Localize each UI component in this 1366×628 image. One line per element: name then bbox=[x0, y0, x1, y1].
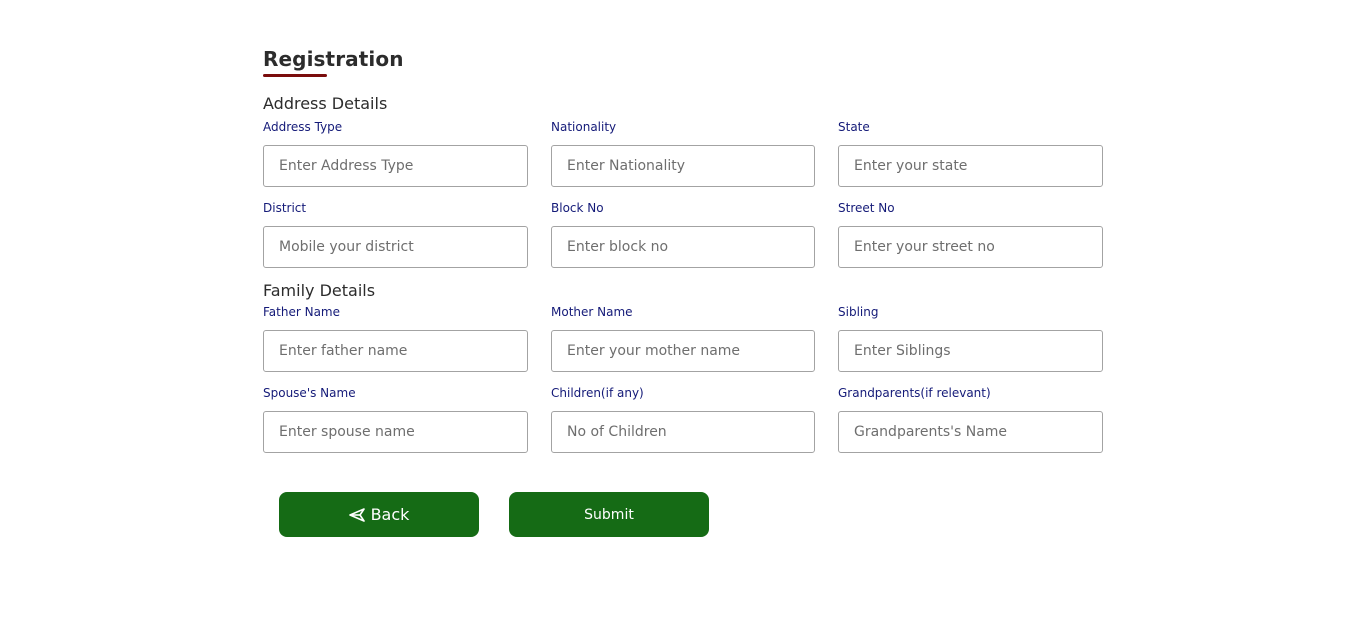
grandparents-label: Grandparents(if relevant) bbox=[838, 386, 991, 400]
registration-page: Registration Address Details Address Typ… bbox=[0, 0, 1366, 628]
send-back-icon bbox=[348, 507, 365, 522]
state-field: State bbox=[838, 120, 1103, 187]
submit-button-label: Submit bbox=[584, 506, 634, 523]
address-row-1: Address Type Nationality State bbox=[263, 120, 1103, 187]
children-input[interactable] bbox=[551, 411, 815, 453]
page-title: Registration bbox=[263, 47, 404, 71]
nationality-label: Nationality bbox=[551, 120, 617, 134]
spouse-name-field: Spouse's Name bbox=[263, 386, 528, 453]
spouse-name-input[interactable] bbox=[263, 411, 528, 453]
block-no-input[interactable] bbox=[551, 226, 815, 268]
family-row-2: Spouse's Name Children(if any) Grandpare… bbox=[263, 386, 1103, 453]
street-no-input[interactable] bbox=[838, 226, 1103, 268]
address-type-field: Address Type bbox=[263, 120, 528, 187]
registration-form: Registration Address Details Address Typ… bbox=[263, 46, 1103, 453]
state-input[interactable] bbox=[838, 145, 1103, 187]
father-name-label: Father Name bbox=[263, 305, 340, 319]
address-type-label: Address Type bbox=[263, 120, 343, 134]
address-section-title: Address Details bbox=[263, 94, 388, 113]
mother-name-field: Mother Name bbox=[551, 305, 815, 372]
street-no-label: Street No bbox=[838, 201, 895, 215]
sibling-field: Sibling bbox=[838, 305, 1103, 372]
nationality-field: Nationality bbox=[551, 120, 815, 187]
block-no-field: Block No bbox=[551, 201, 815, 268]
title-underline bbox=[263, 74, 327, 77]
family-section-title: Family Details bbox=[263, 281, 376, 300]
sibling-input[interactable] bbox=[838, 330, 1103, 372]
district-field: District bbox=[263, 201, 528, 268]
mother-name-label: Mother Name bbox=[551, 305, 633, 319]
district-input[interactable] bbox=[263, 226, 528, 268]
grandparents-field: Grandparents(if relevant) bbox=[838, 386, 1103, 453]
children-label: Children(if any) bbox=[551, 386, 644, 400]
submit-button[interactable]: Submit bbox=[509, 492, 709, 537]
father-name-field: Father Name bbox=[263, 305, 528, 372]
father-name-input[interactable] bbox=[263, 330, 528, 372]
state-label: State bbox=[838, 120, 870, 134]
district-label: District bbox=[263, 201, 307, 215]
address-type-input[interactable] bbox=[263, 145, 528, 187]
family-row-1: Father Name Mother Name Sibling bbox=[263, 305, 1103, 372]
back-button[interactable]: Back bbox=[279, 492, 479, 537]
grandparents-input[interactable] bbox=[838, 411, 1103, 453]
nationality-input[interactable] bbox=[551, 145, 815, 187]
mother-name-input[interactable] bbox=[551, 330, 815, 372]
children-field: Children(if any) bbox=[551, 386, 815, 453]
address-row-2: District Block No Street No bbox=[263, 201, 1103, 268]
street-no-field: Street No bbox=[838, 201, 1103, 268]
back-button-label: Back bbox=[370, 505, 410, 524]
sibling-label: Sibling bbox=[838, 305, 879, 319]
spouse-name-label: Spouse's Name bbox=[263, 386, 356, 400]
block-no-label: Block No bbox=[551, 201, 604, 215]
